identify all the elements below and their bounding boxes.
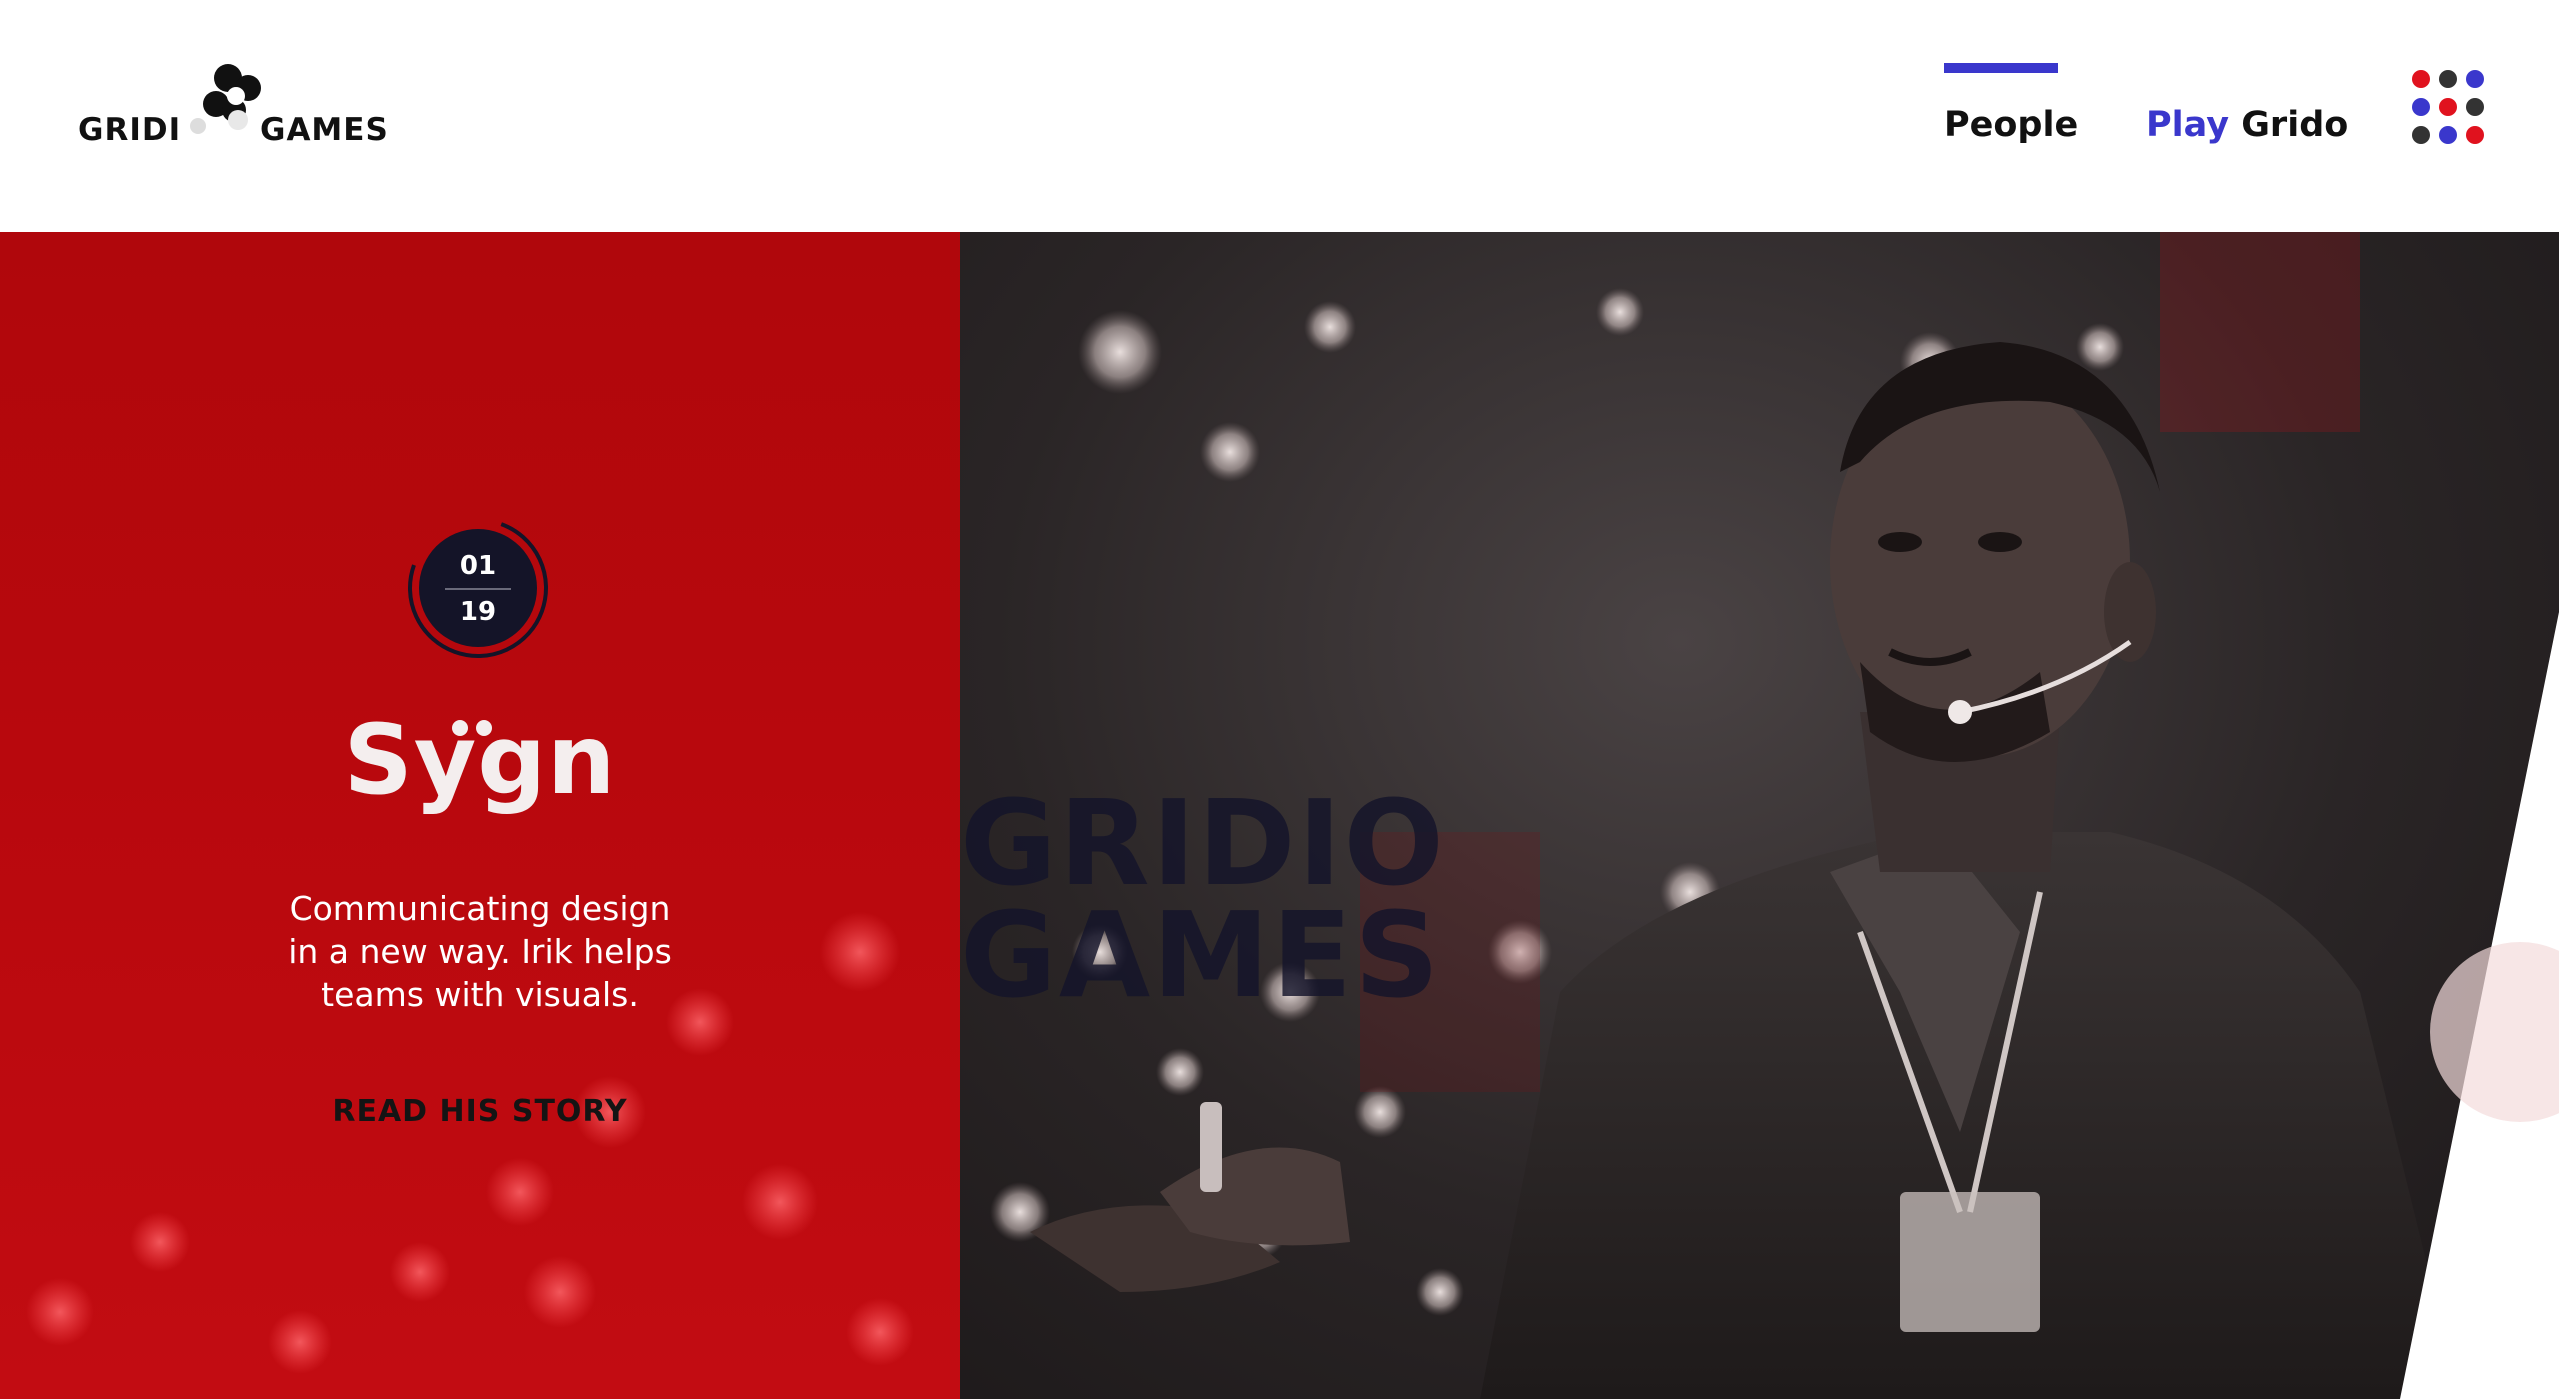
- logo-mark-icon: [190, 64, 261, 134]
- menu-dot: [2412, 126, 2430, 144]
- nav-people-link[interactable]: People: [1944, 105, 2078, 145]
- watermark-line: GAMES: [960, 886, 1442, 1024]
- gridio-games-watermark: GRIDIO GAMES: [960, 774, 1446, 1024]
- read-story-link[interactable]: READ HIS STORY: [0, 1094, 960, 1129]
- menu-dot: [2412, 70, 2430, 88]
- hero-section: 01 19 Sygn Communicating design in a new…: [0, 232, 2559, 1399]
- menu-dot: [2439, 126, 2457, 144]
- nav-play-accent: Play: [2146, 105, 2230, 145]
- site-header: GRIDI GAMES People Play Grido: [0, 0, 2559, 232]
- hero-description: Communicating design in a new way. Irik …: [230, 887, 730, 1016]
- active-nav-indicator: [1944, 63, 2058, 73]
- slide-counter: 01 19: [405, 515, 551, 661]
- description-line: in a new way. Irik helps: [288, 932, 672, 971]
- nav-play-grido-link[interactable]: Play Grido: [2146, 105, 2348, 145]
- description-line: teams with visuals.: [321, 975, 639, 1014]
- counter-current: 01: [459, 551, 497, 581]
- description-line: Communicating design: [289, 889, 671, 928]
- nav-play-label: Grido: [2241, 105, 2349, 145]
- menu-dot: [2439, 70, 2457, 88]
- grid-dots-menu-icon[interactable]: [2412, 70, 2484, 144]
- logo-word-left: GRIDI: [78, 112, 182, 148]
- feature-panel: 01 19 Sygn Communicating design in a new…: [0, 232, 960, 1399]
- menu-dot: [2466, 70, 2484, 88]
- logo-word-right: GAMES: [260, 112, 389, 148]
- menu-dot: [2439, 98, 2457, 116]
- counter-separator: [445, 588, 511, 590]
- brand-title: Sygn: [343, 704, 617, 816]
- menu-dot: [2466, 98, 2484, 116]
- menu-dot: [2466, 126, 2484, 144]
- menu-dot: [2412, 98, 2430, 116]
- gridi-games-logo[interactable]: GRIDI GAMES: [78, 60, 388, 150]
- counter-total: 19: [459, 597, 497, 627]
- watermark-line: GRIDIO: [960, 774, 1446, 912]
